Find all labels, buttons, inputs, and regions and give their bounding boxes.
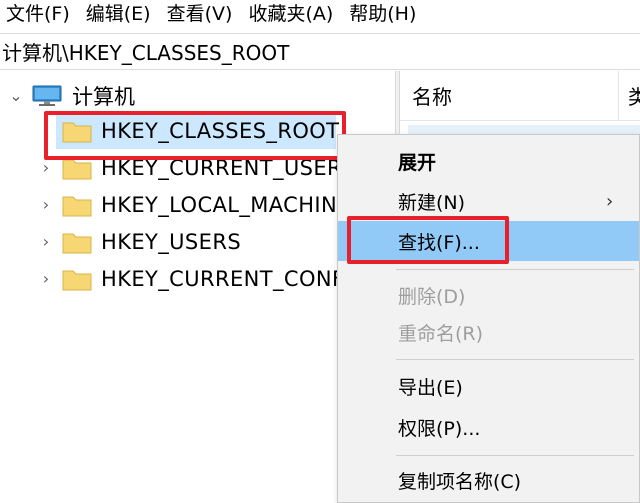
- menu-item-new[interactable]: 新建(N) ›: [338, 181, 639, 221]
- context-menu: 展开 新建(N) › 查找(F)... 删除(D) 重命名(R) 导出(E) 权…: [337, 134, 640, 503]
- menu-favorites[interactable]: 收藏夹(A): [240, 0, 341, 28]
- expand-chevron-icon[interactable]: ›: [38, 269, 54, 288]
- menu-item-label: 复制项名称(C): [398, 470, 522, 493]
- tree-item-hkey-local-machine[interactable]: › HKEY_LOCAL_MACHINE: [0, 186, 395, 223]
- menu-item-rename[interactable]: 重命名(R): [338, 312, 639, 352]
- menu-edit[interactable]: 编辑(E): [78, 0, 159, 28]
- menu-view[interactable]: 查看(V): [159, 0, 241, 28]
- expand-chevron-icon[interactable]: ›: [38, 195, 54, 214]
- menu-help[interactable]: 帮助(H): [341, 0, 424, 28]
- folder-icon: [62, 270, 92, 290]
- menu-item-permissions[interactable]: 权限(P)...: [338, 407, 639, 447]
- menu-item-label: 导出(E): [398, 376, 463, 399]
- tree-root-label: 计算机: [72, 84, 135, 109]
- tree-item-label: HKEY_USERS: [101, 229, 242, 254]
- registry-tree: ⌄ 计算机 › HKEY_CLASSES_ROOT › HKEY_CURRENT…: [0, 71, 395, 503]
- folder-icon: [62, 196, 92, 216]
- menu-item-label: 权限(P)...: [398, 417, 481, 440]
- expand-chevron-icon[interactable]: ›: [38, 158, 54, 177]
- collapse-chevron-icon[interactable]: ⌄: [8, 86, 24, 105]
- menu-file[interactable]: 文件(F): [0, 0, 78, 28]
- folder-icon: [62, 233, 92, 253]
- address-bar[interactable]: 计算机\HKEY_CLASSES_ROOT: [0, 33, 640, 70]
- menu-item-label: 重命名(R): [398, 322, 484, 345]
- column-header-name[interactable]: 名称: [412, 81, 452, 110]
- menu-item-export[interactable]: 导出(E): [338, 366, 639, 406]
- column-divider[interactable]: [618, 71, 619, 121]
- menu-item-label: 新建(N): [398, 191, 466, 214]
- tree-root-computer[interactable]: ⌄ 计算机: [0, 77, 395, 114]
- menu-separator: [396, 455, 634, 456]
- annotation-highlight-box: [44, 111, 346, 160]
- menu-item-expand[interactable]: 展开: [338, 141, 639, 181]
- menu-separator: [396, 359, 634, 360]
- menu-item-label: 删除(D): [398, 285, 466, 308]
- list-column-header: 名称 类: [400, 71, 640, 121]
- annotation-highlight-box-find: [347, 216, 509, 264]
- menu-separator: [396, 269, 634, 270]
- menu-bar: 文件(F) 编辑(E) 查看(V) 收藏夹(A) 帮助(H): [0, 0, 640, 28]
- tree-item-label: HKEY_LOCAL_MACHINE: [101, 192, 351, 217]
- expand-chevron-icon[interactable]: ›: [38, 232, 54, 251]
- tree-item-hkey-users[interactable]: › HKEY_USERS: [0, 223, 395, 260]
- submenu-arrow-icon: ›: [606, 190, 614, 212]
- menu-item-label: 展开: [398, 151, 437, 174]
- tree-item-label: HKEY_CURRENT_CONFIG: [101, 266, 368, 291]
- tree-item-hkey-current-config[interactable]: › HKEY_CURRENT_CONFIG: [0, 260, 395, 297]
- address-path[interactable]: 计算机\HKEY_CLASSES_ROOT: [2, 37, 289, 66]
- menu-item-copy-key-name[interactable]: 复制项名称(C): [338, 460, 639, 500]
- computer-icon: [32, 85, 62, 106]
- column-header-type[interactable]: 类: [628, 81, 640, 110]
- menu-item-delete[interactable]: 删除(D): [338, 275, 639, 315]
